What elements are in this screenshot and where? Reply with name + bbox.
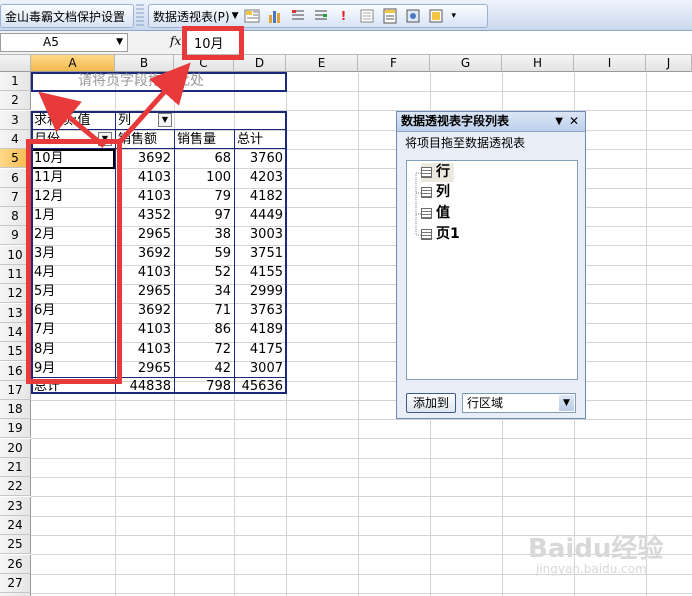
field-icon — [421, 229, 432, 240]
field-icon — [421, 208, 432, 219]
panel-bottom: 添加到 行区域 ▼ — [406, 392, 578, 414]
field-icon — [421, 187, 432, 198]
area-select-value[interactable]: 行区域 — [467, 396, 503, 410]
chevron-down-icon[interactable]: ▼ — [555, 112, 563, 131]
field-item-value[interactable]: 值 — [421, 204, 450, 223]
field-list: 行 列 值 页1 — [406, 160, 578, 380]
arrow-to-formula — [116, 62, 191, 146]
field-label[interactable]: 行 — [436, 163, 450, 182]
watermark-logo: Baidu经验 — [528, 534, 664, 564]
add-to-button[interactable]: 添加到 — [406, 393, 456, 413]
field-icon — [421, 167, 432, 178]
field-item-column[interactable]: 列 — [421, 183, 450, 202]
area-select[interactable]: 行区域 ▼ — [462, 393, 576, 413]
field-label[interactable]: 值 — [436, 204, 450, 223]
chevron-down-icon[interactable]: ▼ — [559, 395, 574, 411]
field-item-page1[interactable]: 页1 — [421, 225, 460, 244]
panel-subtitle: 将项目拖至数据透视表 — [405, 136, 526, 150]
red-arrows — [38, 62, 191, 148]
panel-title-bar[interactable]: 数据透视表字段列表 ▼ ✕ — [397, 112, 585, 132]
field-item-row[interactable]: 行 — [421, 163, 454, 182]
arrow-to-cell — [38, 91, 106, 148]
field-label[interactable]: 页1 — [436, 225, 460, 244]
panel-title: 数据透视表字段列表 — [401, 114, 510, 128]
field-label[interactable]: 列 — [436, 183, 450, 202]
pivot-field-list-panel: 数据透视表字段列表 ▼ ✕ 将项目拖至数据透视表 行 列 值 页1 添加到 行区… — [396, 111, 586, 419]
close-icon[interactable]: ✕ — [569, 112, 579, 131]
watermark-url: jingyan.baidu.com — [536, 562, 647, 576]
